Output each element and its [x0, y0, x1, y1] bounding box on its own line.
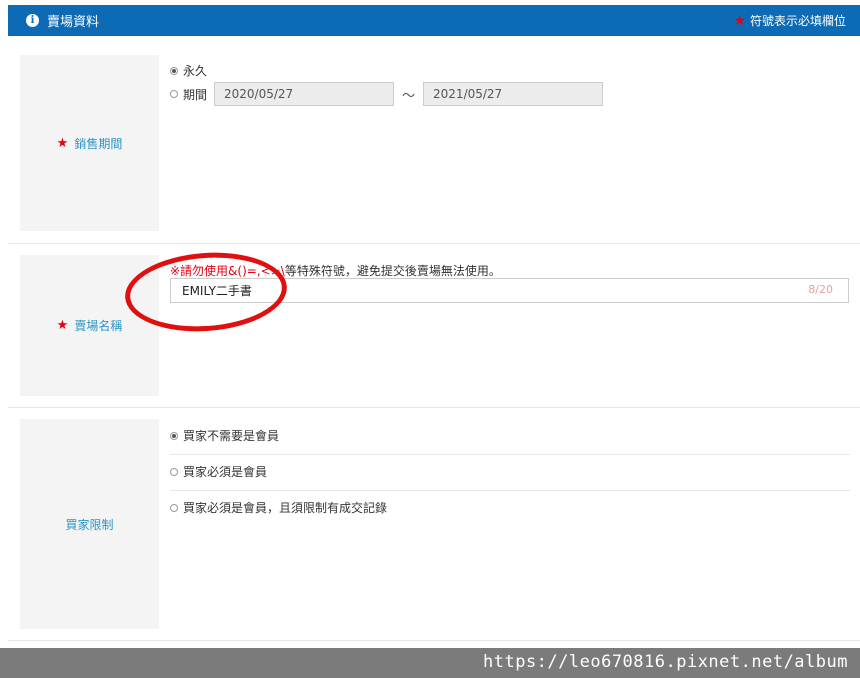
- store-form-page: i 賣場資料 ★ 符號表示必填欄位 ★ 銷售期間 永久 期間 2020/05/2…: [8, 0, 860, 678]
- store-name-label: ★ 賣場名稱: [20, 255, 159, 396]
- buyer-option-member-with-record-label: 買家必須是會員，且須限制有成交記錄: [183, 501, 388, 515]
- radio-period-label: 期間: [183, 87, 208, 102]
- store-name-row: ★ 賣場名稱 ※請勿使用&()=,<>\等特殊符號，避免提交後賣場無法使用。 E…: [8, 244, 860, 408]
- notice-rest: 等特殊符號，避免提交後賣場無法使用。: [284, 264, 501, 278]
- radio-period-dot[interactable]: [170, 90, 178, 98]
- buyer-option-member[interactable]: 買家必須是會員: [170, 463, 267, 480]
- required-note: 符號表示必填欄位: [749, 14, 846, 28]
- buyer-option-member-dot[interactable]: [170, 467, 178, 476]
- header-title-group: i 賣場資料: [26, 11, 99, 30]
- sale-period-label-text: 銷售期間: [74, 136, 123, 151]
- header-title: 賣場資料: [47, 15, 100, 30]
- buyer-option-member-with-record[interactable]: 買家必須是會員，且須限制有成交記錄: [170, 499, 387, 516]
- start-date-input[interactable]: 2020/05/27: [214, 82, 395, 106]
- radio-permanent-dot[interactable]: [170, 66, 178, 75]
- buyer-option-no-member-dot[interactable]: [170, 431, 178, 440]
- buyer-restriction-row: 買家限制 買家不需要是會員 買家必須是會員 買家必須是會員，且須限制有成交記錄: [8, 408, 860, 641]
- end-date-input[interactable]: 2021/05/27: [423, 82, 604, 106]
- radio-period[interactable]: 期間 2020/05/27 〜 2021/05/27: [170, 82, 604, 106]
- buyer-option-member-label: 買家必須是會員: [183, 465, 268, 479]
- option-divider: [170, 454, 850, 455]
- sale-period-label: ★ 銷售期間: [20, 55, 159, 231]
- notice-prefix: ※請勿使用&()=,<>\: [170, 264, 285, 278]
- store-name-value: EMILY二手書: [182, 284, 252, 298]
- buyer-option-no-member-label: 買家不需要是會員: [183, 429, 280, 443]
- buyer-option-member-with-record-dot[interactable]: [170, 503, 178, 512]
- required-star-icon: ★: [56, 135, 69, 151]
- section-header: i 賣場資料 ★ 符號表示必填欄位: [8, 5, 860, 36]
- watermark-text: https://leo670816.pixnet.net/album: [483, 652, 848, 672]
- store-name-input[interactable]: EMILY二手書 8/20: [170, 278, 849, 303]
- required-legend: ★ 符號表示必填欄位: [733, 12, 846, 29]
- special-char-notice: ※請勿使用&()=,<>\等特殊符號，避免提交後賣場無法使用。: [170, 262, 501, 279]
- info-circle-icon: i: [26, 14, 39, 27]
- buyer-restriction-label: 買家限制: [20, 419, 159, 629]
- radio-permanent-label: 永久: [183, 64, 208, 78]
- store-name-label-text: 賣場名稱: [74, 319, 123, 333]
- buyer-restriction-label-text: 買家限制: [65, 517, 114, 532]
- option-divider: [170, 490, 850, 491]
- star-icon: ★: [733, 12, 746, 29]
- buyer-option-no-member[interactable]: 買家不需要是會員: [170, 427, 279, 444]
- radio-permanent[interactable]: 永久: [170, 62, 207, 79]
- char-counter: 8/20: [808, 283, 833, 296]
- sale-period-row: ★ 銷售期間 永久 期間 2020/05/27 〜 2021/05/27: [8, 44, 860, 244]
- date-separator: 〜: [402, 88, 416, 104]
- required-star-icon: ★: [56, 318, 69, 333]
